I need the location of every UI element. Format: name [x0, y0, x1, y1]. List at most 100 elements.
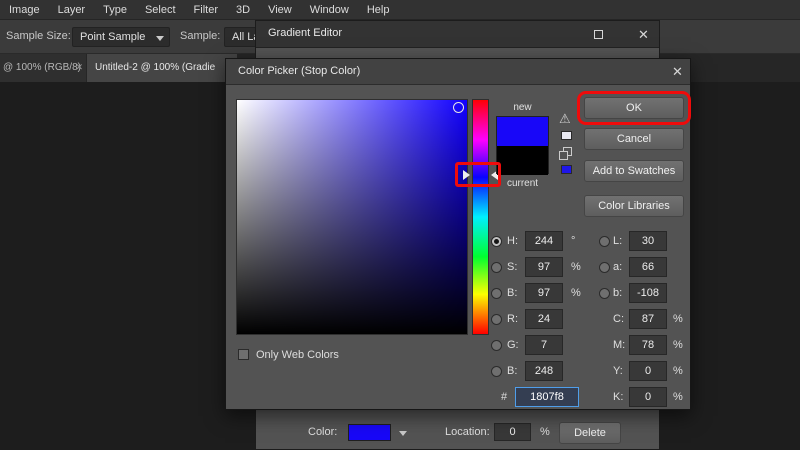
radio-b[interactable] [491, 288, 502, 299]
menu-item-select[interactable]: Select [136, 0, 185, 20]
radio-h[interactable] [491, 236, 502, 247]
field-row-b: B: % [491, 283, 601, 305]
stop-location-label: Location: [445, 426, 490, 438]
tab-document-2[interactable]: Untitled-2 @ 100% (Gradie [87, 54, 237, 82]
menu-item-window[interactable]: Window [301, 0, 358, 20]
a-label: a: [613, 261, 623, 273]
b-label: B: [507, 287, 518, 299]
c-input[interactable] [629, 309, 667, 329]
photoshop-screen: Image Layer Type Select Filter 3D View W… [0, 0, 800, 450]
b-input[interactable] [525, 283, 563, 303]
menu-item-view[interactable]: View [259, 0, 301, 20]
cube-front-face [559, 151, 568, 160]
sample-size-label: Sample Size: [6, 30, 71, 42]
field-row-y: Y: % [599, 361, 709, 383]
web-safe-color-swatch[interactable] [561, 165, 572, 174]
m-label: M: [613, 339, 626, 351]
k-input[interactable] [629, 387, 667, 407]
field-row-m: M: % [599, 335, 709, 357]
delete-stop-button[interactable]: Delete [559, 422, 621, 444]
chevron-down-icon [156, 36, 164, 41]
c-label: C: [613, 313, 624, 325]
field-row-c: C: % [599, 309, 709, 331]
field-row-blab: b: [599, 283, 709, 305]
tab-document-2-label: Untitled-2 @ 100% (Gradie [95, 62, 216, 73]
y-input[interactable] [629, 361, 667, 381]
blab-input[interactable] [629, 283, 667, 303]
h-input[interactable] [525, 231, 563, 251]
h-unit: ° [571, 235, 576, 247]
color-picker-title: Color Picker (Stop Color) [238, 65, 361, 77]
k-label: K: [613, 391, 624, 403]
color-libraries-button[interactable]: Color Libraries [584, 195, 684, 217]
stop-color-swatch[interactable] [348, 424, 391, 441]
new-color-swatch [497, 117, 548, 146]
m-input[interactable] [629, 335, 667, 355]
only-web-colors-label: Only Web Colors [256, 349, 339, 361]
y-label: Y: [613, 365, 623, 377]
gradient-editor-title: Gradient Editor [268, 27, 342, 39]
r-input[interactable] [525, 309, 563, 329]
field-row-b2: B: [491, 361, 601, 383]
radio-b2[interactable] [491, 366, 502, 377]
a-input[interactable] [629, 257, 667, 277]
s-label: S: [507, 261, 518, 273]
close-icon[interactable]: ✕ [672, 65, 683, 78]
radio-s[interactable] [491, 262, 502, 273]
field-row-r: R: [491, 309, 601, 331]
blab-label: b: [613, 287, 623, 299]
add-to-swatches-button[interactable]: Add to Swatches [584, 160, 684, 182]
l-label: L: [613, 235, 623, 247]
h-label: H: [507, 235, 518, 247]
gradient-editor-titlebar[interactable]: Gradient Editor ✕ [256, 21, 659, 48]
color-compare-swatches [496, 116, 549, 175]
gradient-stop-controls: Color: Location: % Delete [256, 419, 661, 449]
color-field-marker[interactable] [453, 102, 464, 113]
only-web-colors-checkbox[interactable] [238, 349, 249, 360]
menu-item-image[interactable]: Image [0, 0, 49, 20]
b2-label: B: [507, 365, 518, 377]
g-input[interactable] [525, 335, 563, 355]
chevron-down-icon[interactable] [399, 431, 407, 436]
field-row-hex: # [491, 387, 601, 409]
color-picker-titlebar[interactable]: Color Picker (Stop Color) ✕ [226, 59, 690, 85]
menu-item-layer[interactable]: Layer [49, 0, 95, 20]
gamut-color-swatch[interactable] [561, 131, 572, 140]
radio-l[interactable] [599, 236, 610, 247]
stop-location-unit: % [540, 426, 550, 438]
b2-input[interactable] [525, 361, 563, 381]
radio-blab[interactable] [599, 288, 610, 299]
menu-item-3d[interactable]: 3D [227, 0, 259, 20]
menu-item-filter[interactable]: Filter [185, 0, 227, 20]
cancel-button[interactable]: Cancel [584, 128, 684, 150]
web-safe-cube-icon[interactable] [559, 147, 572, 160]
hex-input[interactable] [515, 387, 579, 407]
color-field[interactable] [236, 99, 468, 335]
tab-document-1[interactable]: @ 100% (RGB/8) ✕ [0, 54, 86, 82]
g-label: G: [507, 339, 519, 351]
stop-color-label: Color: [308, 426, 338, 438]
m-unit: % [673, 339, 683, 351]
menu-item-type[interactable]: Type [94, 0, 136, 20]
field-row-g: G: [491, 335, 601, 357]
menu-item-help[interactable]: Help [358, 0, 399, 20]
hue-slider[interactable] [472, 99, 489, 335]
b-unit: % [571, 287, 581, 299]
r-label: R: [507, 313, 518, 325]
hex-prefix: # [501, 391, 508, 403]
current-color-swatch[interactable] [497, 146, 548, 175]
close-icon[interactable]: ✕ [638, 28, 649, 41]
s-input[interactable] [525, 257, 563, 277]
field-row-l: L: [599, 231, 709, 253]
sample-size-select[interactable]: Point Sample [72, 27, 170, 47]
maximize-icon[interactable] [594, 30, 603, 39]
annotation-ok-button [577, 91, 691, 125]
radio-r[interactable] [491, 314, 502, 325]
l-input[interactable] [629, 231, 667, 251]
stop-location-input[interactable] [494, 423, 531, 441]
close-icon[interactable]: ✕ [75, 62, 83, 73]
gamut-warning-icon[interactable]: ⚠ [559, 111, 571, 127]
radio-g[interactable] [491, 340, 502, 351]
c-unit: % [673, 313, 683, 325]
radio-a[interactable] [599, 262, 610, 273]
